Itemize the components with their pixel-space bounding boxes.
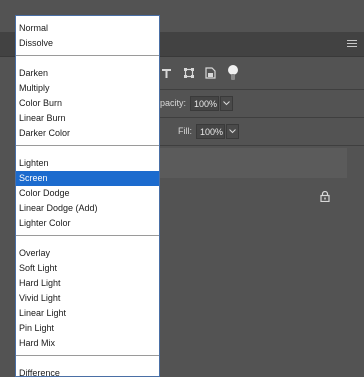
blend-mode-item-darker-color[interactable]: Darker Color xyxy=(16,126,159,141)
menu-separator xyxy=(16,235,159,236)
menu-separator xyxy=(16,355,159,356)
blend-mode-item-overlay[interactable]: Overlay xyxy=(16,246,159,261)
smart-object-filter-icon[interactable] xyxy=(204,67,217,80)
fill-label: Fill: xyxy=(178,126,192,136)
blend-mode-item-linear-light[interactable]: Linear Light xyxy=(16,306,159,321)
blend-mode-item-color-dodge[interactable]: Color Dodge xyxy=(16,186,159,201)
fill-row: Fill: 100% xyxy=(178,122,239,140)
menu-separator xyxy=(16,145,159,146)
scrollbar-gutter[interactable] xyxy=(347,148,364,375)
fill-dropdown-chevron-icon[interactable] xyxy=(226,123,239,139)
text-layer-filter-icon[interactable] xyxy=(160,67,173,80)
blend-mode-item-lighter-color[interactable]: Lighter Color xyxy=(16,216,159,231)
blend-mode-item-dissolve[interactable]: Dissolve xyxy=(16,36,159,51)
blend-mode-item-pin-light[interactable]: Pin Light xyxy=(16,321,159,336)
blend-mode-item-normal[interactable]: Normal xyxy=(16,21,159,36)
blend-mode-item-multiply[interactable]: Multiply xyxy=(16,81,159,96)
blend-mode-item-hard-light[interactable]: Hard Light xyxy=(16,276,159,291)
blend-mode-dropdown-menu[interactable]: Normal Dissolve Darken Multiply Color Burn Li… xyxy=(15,15,160,377)
opacity-dropdown-chevron-icon[interactable] xyxy=(220,95,234,111)
blend-mode-item-hard-mix[interactable]: Hard Mix xyxy=(16,336,159,351)
blend-mode-item-vivid-light[interactable]: Vivid Light xyxy=(16,291,159,306)
lock-icon xyxy=(320,190,330,203)
panel-menu-icon[interactable] xyxy=(347,40,357,48)
blend-mode-item-lighten[interactable]: Lighten xyxy=(16,156,159,171)
blend-mode-item-linear-dodge-add[interactable]: Linear Dodge (Add) xyxy=(16,201,159,216)
opacity-label: pacity: xyxy=(160,98,187,108)
blend-mode-item-soft-light[interactable]: Soft Light xyxy=(16,261,159,276)
layer-row[interactable] xyxy=(160,148,347,178)
filter-toggle-icon[interactable] xyxy=(226,65,239,80)
blend-mode-item-color-burn[interactable]: Color Burn xyxy=(16,96,159,111)
blend-mode-item-difference[interactable]: Difference xyxy=(16,366,159,376)
blend-mode-item-linear-burn[interactable]: Linear Burn xyxy=(16,111,159,126)
panel-divider xyxy=(160,145,364,146)
panel-divider xyxy=(160,117,364,118)
menu-separator xyxy=(16,55,159,56)
blend-mode-item-screen[interactable]: Screen xyxy=(16,171,159,186)
opacity-row: pacity: 100% xyxy=(160,94,234,112)
opacity-input[interactable]: 100% xyxy=(190,95,220,111)
fill-input[interactable]: 100% xyxy=(196,123,225,139)
panel-divider xyxy=(160,89,364,90)
blend-mode-item-darken[interactable]: Darken xyxy=(16,66,159,81)
layer-filter-row xyxy=(160,63,239,83)
shape-layer-filter-icon[interactable] xyxy=(182,67,195,80)
